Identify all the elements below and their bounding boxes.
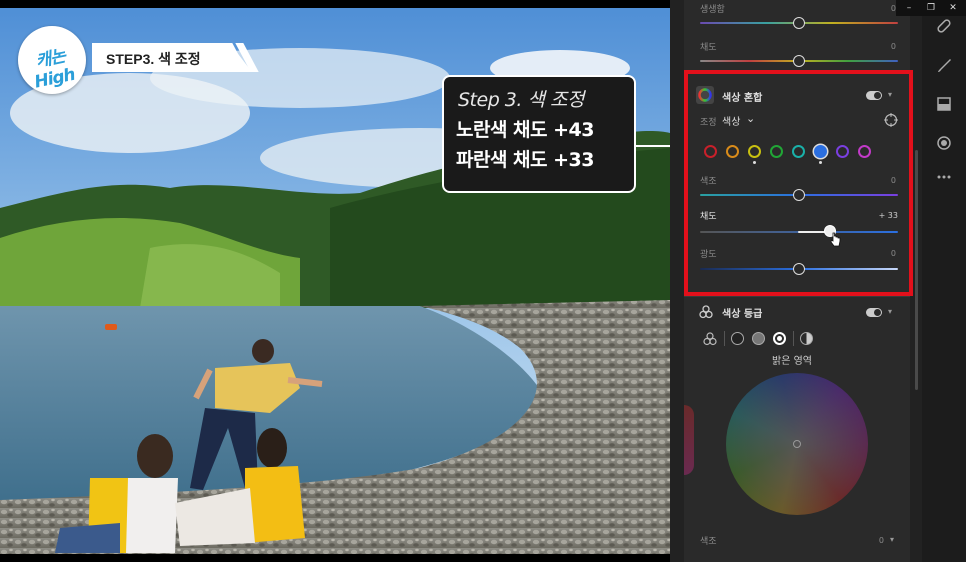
color-grading-icon xyxy=(699,305,713,319)
saturation-label: 채도 xyxy=(700,43,717,53)
screen-root: 캐논High STEP3. 색 조정 Step 3. 색 조정 노란색 채도 +… xyxy=(0,0,966,562)
grading-hue-chevron-icon[interactable]: ▾ xyxy=(890,535,894,544)
color-grading-chevron-icon[interactable]: ▾ xyxy=(888,307,892,316)
shadows-view-button[interactable] xyxy=(731,332,744,345)
grading-hue-label: 색조 xyxy=(700,537,717,547)
window-controls: – ❐ ✕ xyxy=(896,0,966,16)
panel-scrollbar[interactable] xyxy=(915,150,918,390)
toolbar-separator xyxy=(724,331,725,346)
tool-strip xyxy=(922,0,966,562)
color-grading-toggle[interactable] xyxy=(866,308,882,317)
toolbar-separator xyxy=(793,331,794,346)
saturation-thumb[interactable] xyxy=(793,55,805,67)
vibrance-value: 0 xyxy=(890,4,896,13)
radial-gradient-icon[interactable] xyxy=(922,131,966,155)
color-wheel-handle[interactable] xyxy=(793,440,801,448)
brush-icon[interactable] xyxy=(922,53,966,77)
linear-gradient-icon[interactable] xyxy=(922,92,966,116)
channel-logo: 캐논High xyxy=(18,26,86,94)
global-view-button[interactable] xyxy=(800,332,813,345)
vibrance-label: 생생함 xyxy=(700,5,725,15)
minimize-button[interactable]: – xyxy=(898,1,920,15)
color-grading-title: 색상 등급 xyxy=(722,309,763,320)
callout-line-yellow: 노란색 채도 +43 xyxy=(456,119,595,141)
heal-icon[interactable] xyxy=(922,14,966,38)
highlights-view-button-selected[interactable] xyxy=(773,332,786,345)
section-divider xyxy=(684,296,910,297)
grading-hue-value: 0 xyxy=(878,536,884,545)
color-wheel[interactable] xyxy=(726,373,868,515)
midtones-view-button[interactable] xyxy=(752,332,765,345)
saturation-value: 0 xyxy=(890,42,896,51)
callout-line-blue: 파란색 채도 +33 xyxy=(456,149,595,171)
previous-wheel-edge xyxy=(684,405,694,475)
region-label: 밝은 영역 xyxy=(772,356,812,367)
restore-button[interactable]: ❐ xyxy=(920,1,942,15)
step-banner-text: STEP3. 색 조정 xyxy=(106,51,201,67)
three-way-view-icon[interactable] xyxy=(702,331,718,347)
tip-callout: Step 3. 색 조정 노란색 채도 +43 파란색 채도 +33 xyxy=(442,75,636,193)
more-icon[interactable] xyxy=(922,165,966,189)
highlight-box xyxy=(684,70,913,296)
callout-title: Step 3. 색 조정 xyxy=(458,89,584,111)
vibrance-thumb[interactable] xyxy=(793,17,805,29)
close-button[interactable]: ✕ xyxy=(942,1,964,15)
